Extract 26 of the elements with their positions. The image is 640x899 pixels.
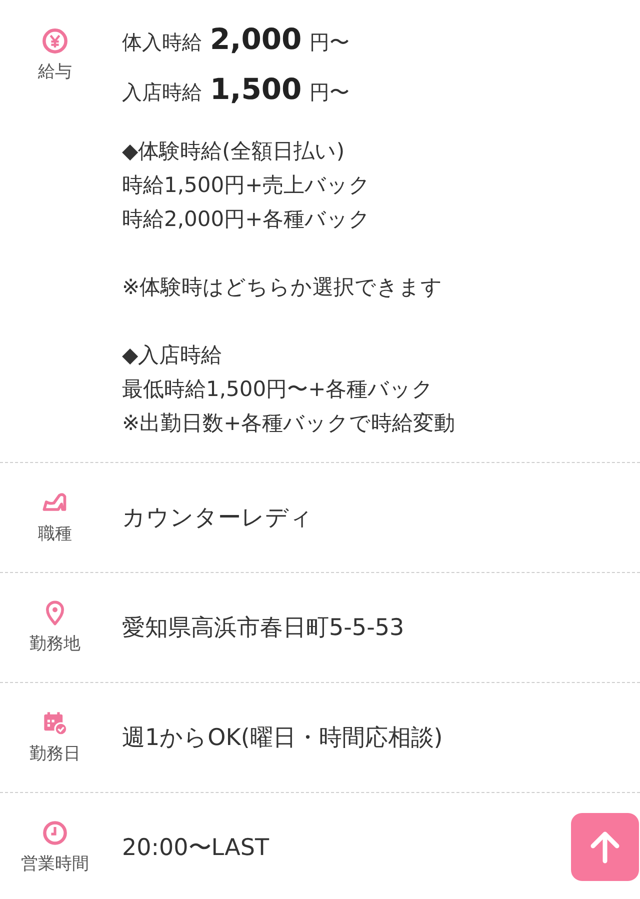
- field-label: 勤務地: [30, 633, 80, 655]
- note-line: ◆入店時給: [122, 342, 224, 369]
- note-line: ◆体験時給(全額日払い): [122, 138, 346, 165]
- calendar-check-icon: [42, 710, 68, 736]
- field-value: カウンターレディ: [122, 504, 313, 533]
- wage-unit: 円〜: [310, 79, 350, 106]
- field-value: 週1からOK(曜日・時間応相談): [122, 724, 443, 753]
- field-label: 給与: [38, 61, 72, 83]
- note-line: 最低時給1,500円〜+各種バック: [122, 376, 435, 403]
- note-line: 時給1,500円+売上バック: [122, 172, 372, 199]
- note-line: ※体験時はどちらか選択できます: [122, 274, 444, 301]
- note-line: 時給2,000円+各種バック: [122, 206, 372, 233]
- field-label: 営業時間: [21, 853, 89, 875]
- wage-unit: 円〜: [310, 29, 350, 56]
- back-to-top-button[interactable]: [571, 813, 639, 881]
- clock-icon: [42, 820, 68, 846]
- field-label: 職種: [38, 523, 72, 545]
- field-value: 20:00〜LAST: [122, 834, 270, 863]
- wage-amount: 1,500: [210, 72, 302, 106]
- yen-icon: [42, 28, 68, 54]
- wage-label: 体入時給: [122, 29, 202, 56]
- field-label: 勤務日: [30, 743, 80, 765]
- wage-amount: 2,000: [210, 22, 302, 56]
- note-line: ※出勤日数+各種バックで時給変動: [122, 410, 456, 437]
- field-value: 愛知県高浜市春日町5-5-53: [122, 614, 404, 643]
- wage-label: 入店時給: [122, 79, 202, 106]
